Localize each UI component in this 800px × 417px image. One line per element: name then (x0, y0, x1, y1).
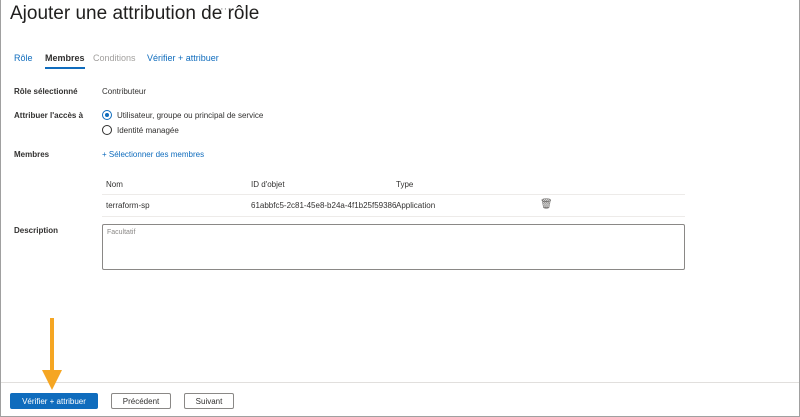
previous-button[interactable]: Précédent (111, 393, 171, 409)
cell-object-id: 61abbfc5-2c81-45e8-b24a-4f1b25f59386 (251, 201, 397, 210)
tab-role[interactable]: Rôle (14, 53, 33, 63)
description-input[interactable] (102, 224, 685, 270)
select-members-link[interactable]: + Sélectionner des membres (102, 150, 204, 159)
tab-members[interactable]: Membres (45, 53, 85, 69)
role-label: Rôle sélectionné (14, 87, 78, 96)
plus-icon: + (102, 150, 109, 159)
cell-type: Application (396, 201, 436, 210)
radio-unchecked-icon (102, 125, 112, 135)
radio-checked-icon (102, 110, 112, 120)
description-label: Description (14, 226, 59, 235)
orange-arrow-icon (42, 318, 62, 390)
col-header-object-id: ID d'objet (251, 180, 285, 189)
tab-review-assign[interactable]: Vérifier + attribuer (147, 53, 219, 63)
footer-divider (1, 382, 799, 383)
table-divider (102, 194, 685, 195)
tab-conditions: Conditions (93, 53, 136, 63)
review-assign-button[interactable]: Vérifier + attribuer (10, 393, 98, 409)
more-options-icon[interactable]: ··· (220, 3, 231, 15)
cell-name: terraform-sp (106, 201, 150, 210)
next-button[interactable]: Suivant (184, 393, 234, 409)
role-value: Contributeur (102, 87, 147, 96)
access-label: Attribuer l'accès à (14, 111, 84, 120)
members-label: Membres (14, 150, 50, 159)
delete-trash-icon[interactable]: 🗑 (540, 199, 553, 210)
col-header-name: Nom (106, 180, 123, 189)
col-header-type: Type (396, 180, 414, 189)
table-divider (102, 216, 685, 217)
